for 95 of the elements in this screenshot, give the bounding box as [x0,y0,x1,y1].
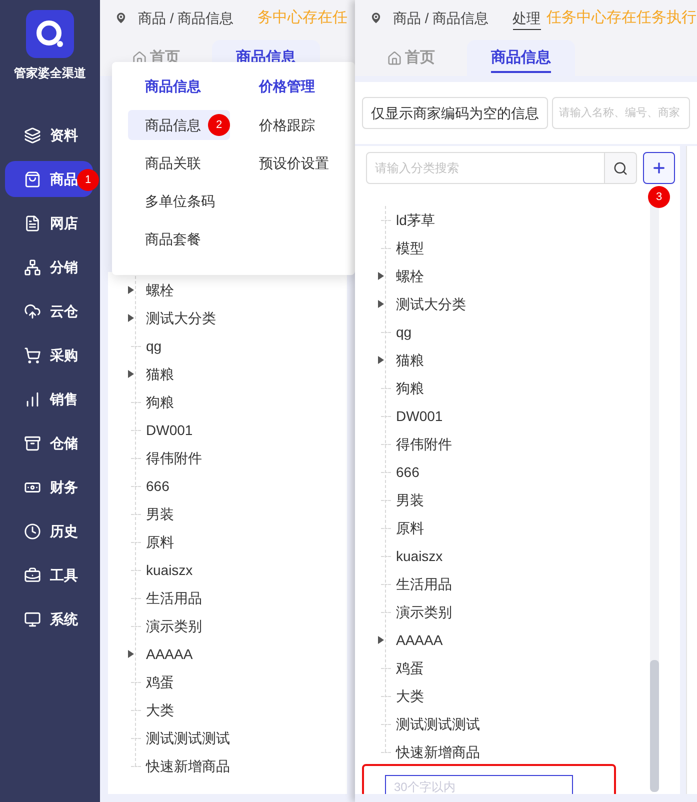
expand-icon[interactable] [378,356,384,364]
tree-item[interactable]: 测试大分类 [146,308,216,328]
tree-item[interactable]: 测试测试测试 [146,728,230,748]
breadcrumb: 商品 / 商品信息 [393,8,489,28]
tree-item[interactable]: 快速新增商品 [146,756,230,776]
nav-item[interactable]: 分销 [5,249,93,285]
tree-item[interactable]: 鸡蛋 [396,658,424,678]
tree-item[interactable]: AAAAA [396,630,443,650]
menu-item[interactable]: 商品关联 [128,148,230,178]
category-search-field[interactable]: 请输入分类搜索 [366,152,605,184]
expand-icon[interactable] [378,300,384,308]
tree-item[interactable]: 男装 [396,490,424,510]
network-icon [24,258,41,276]
search-field[interactable]: 请输入名称、编号、商家 [552,97,690,129]
archive-icon [24,434,41,452]
step-badge: 1 [77,169,99,191]
bag-icon [24,170,41,188]
tree-item[interactable]: 666 [396,462,420,482]
document-icon [24,214,41,232]
notice-link[interactable]: 处理 [512,6,541,30]
tree-item[interactable]: kuaiszx [396,546,443,566]
home-icon [387,50,402,66]
tree-item[interactable]: 测试大分类 [396,294,466,314]
tree-item[interactable]: 大类 [396,686,424,706]
tree-item[interactable]: qg [396,322,412,342]
layers-icon [24,126,41,144]
nav-item[interactable]: 工具 [5,557,93,593]
menu-item[interactable]: 预设价设置 [242,148,344,178]
add-button[interactable] [643,152,675,184]
filter-button[interactable]: 仅显示商家编码为空的信息 [362,97,548,129]
tree-item[interactable]: 男装 [146,504,174,524]
search-button[interactable] [605,152,637,184]
location-icon [369,11,383,25]
menu-item[interactable]: 价格跟踪 [242,110,344,140]
tree-item[interactable]: 猫粮 [146,364,174,384]
brand-name: 管家婆全渠道 [14,65,86,82]
tree-item[interactable]: 模型 [396,238,424,258]
tree-item[interactable]: 666 [146,476,170,496]
tree-item[interactable]: AAAAA [146,644,193,664]
tree-item[interactable]: 螺栓 [396,266,424,286]
nav-item[interactable]: 网店 [5,205,93,241]
cloud-icon [24,302,41,320]
nav-item[interactable]: 资料 [5,117,93,153]
tree-item[interactable]: 鸡蛋 [146,672,174,692]
plus-icon [651,160,667,176]
clock-icon [24,522,41,540]
tree-item[interactable]: 大类 [146,700,174,720]
tree-item[interactable]: 原料 [396,518,424,538]
expand-icon[interactable] [128,650,134,658]
menu-item[interactable]: 多单位条码 [128,186,230,216]
briefcase-icon [24,566,41,584]
nav-item[interactable]: 采购 [5,337,93,373]
tree-item[interactable]: 原料 [146,532,174,552]
notice-text: 务中心存在任 [258,8,348,28]
tree-item[interactable]: 演示类别 [396,602,452,622]
tree-item[interactable]: ld茅草 [396,210,435,230]
tree-item[interactable]: 得伟附件 [396,434,452,454]
step-badge: 3 [648,186,670,208]
nav-item[interactable]: 历史 [5,513,93,549]
expand-icon[interactable] [378,636,384,644]
tree-item[interactable]: 生活用品 [146,588,202,608]
menu-group-title: 商品信息 [144,77,202,96]
breadcrumb: 商品 / 商品信息 [138,8,234,28]
location-icon [114,11,128,25]
nav-item[interactable]: 系统 [5,601,93,637]
monitor-icon [24,610,41,628]
tree-item[interactable]: 生活用品 [396,574,452,594]
tab[interactable]: 商品信息 [467,40,575,76]
tree-item[interactable]: 快速新增商品 [396,742,480,762]
menu-group-title: 价格管理 [258,77,316,96]
tree-item[interactable]: qg [146,336,162,356]
nav-item[interactable]: 销售 [5,381,93,417]
tree-item[interactable]: 猫粮 [396,350,424,370]
expand-icon[interactable] [378,272,384,280]
expand-icon[interactable] [128,370,134,378]
logo-icon [26,10,74,58]
tree-item[interactable]: kuaiszx [146,560,193,580]
cart-icon [24,346,41,364]
tree-item[interactable]: 得伟附件 [146,448,202,468]
search-icon [613,160,628,176]
tree-item[interactable]: 螺栓 [146,280,174,300]
menu-item[interactable]: 商品套餐 [128,224,230,254]
nav-item[interactable]: 云仓 [5,293,93,329]
tree-item[interactable]: 测试测试测试 [396,714,480,734]
tree-item[interactable]: DW001 [396,406,443,426]
expand-icon[interactable] [128,314,134,322]
tree-item[interactable]: 演示类别 [146,616,202,636]
nav-item[interactable]: 财务 [5,469,93,505]
tree-item[interactable]: 狗粮 [396,378,424,398]
nav-item[interactable]: 仓储 [5,425,93,461]
tree-item[interactable]: DW001 [146,420,193,440]
chart-icon [24,390,41,408]
tree-item[interactable]: 狗粮 [146,392,174,412]
expand-icon[interactable] [128,286,134,294]
notice-text: 任务中心存在任务执行 [546,8,697,28]
